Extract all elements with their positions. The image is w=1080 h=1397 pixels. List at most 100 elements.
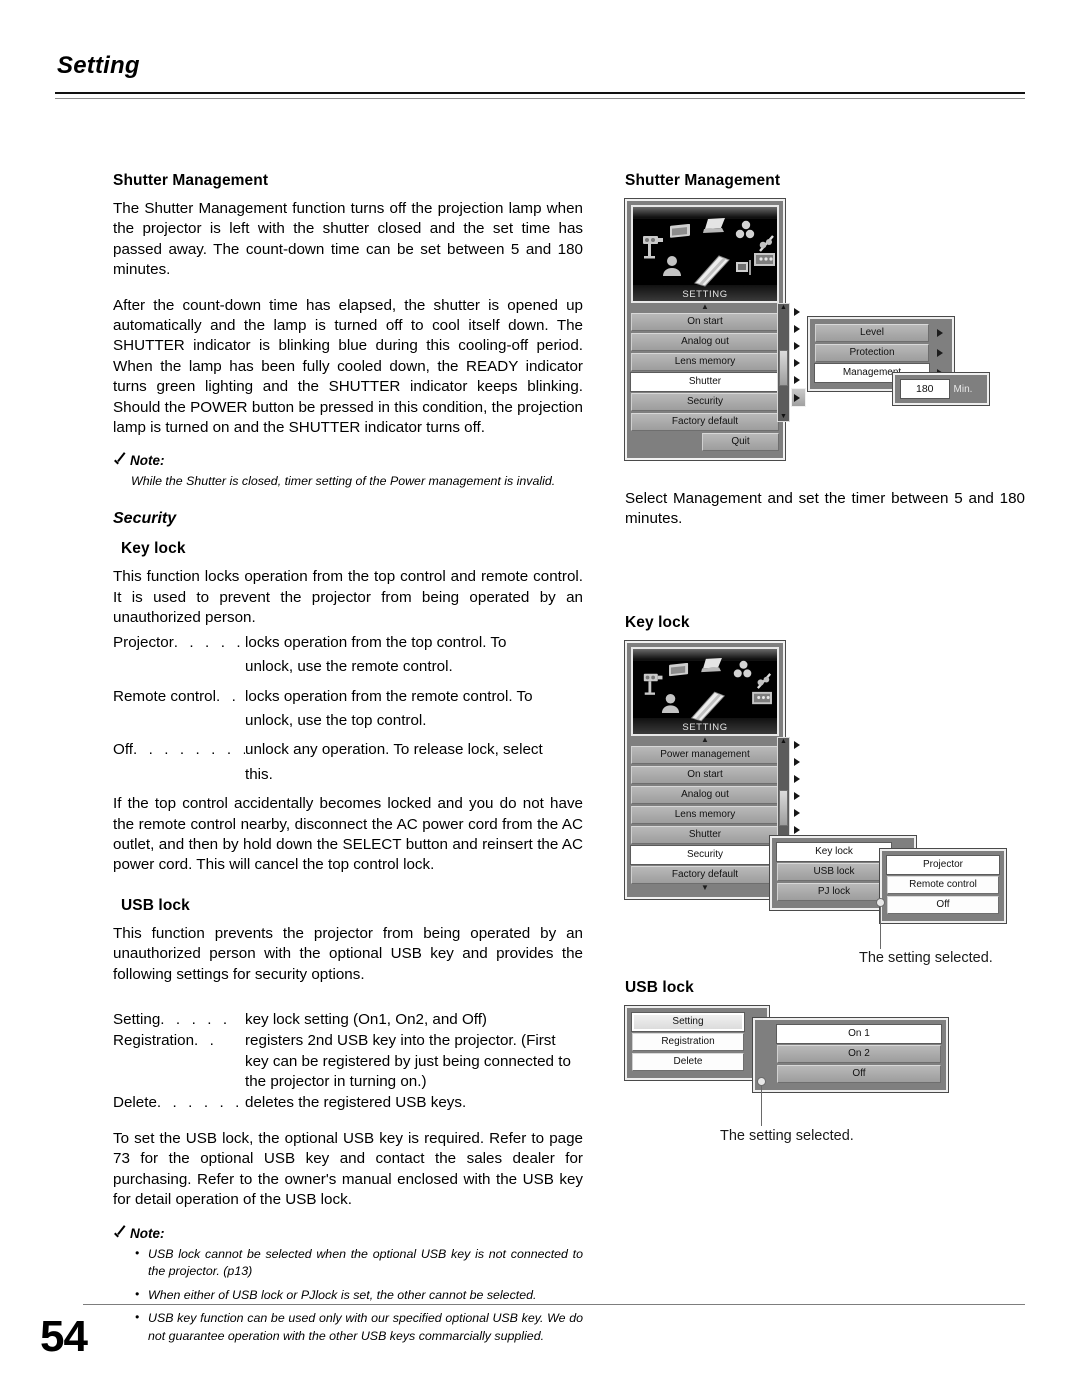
osd-submenu-item-key-lock[interactable]: Key lock bbox=[777, 842, 891, 861]
osd-menu-item-shutter[interactable]: Shutter bbox=[631, 373, 779, 391]
osd-menu-row[interactable]: Lens memory bbox=[631, 805, 779, 824]
osd-menu-row[interactable]: Registration bbox=[632, 1032, 762, 1051]
submenu-arrow-icon[interactable] bbox=[794, 826, 800, 835]
scroll-down-arrow-icon[interactable]: ▼ bbox=[779, 413, 788, 421]
scroll-up-caret[interactable]: ▲ bbox=[631, 303, 779, 311]
osd-menu-item-analog-out[interactable]: Analog out bbox=[631, 785, 779, 804]
leader-dots: . . bbox=[215, 687, 240, 705]
checkmark-icon bbox=[113, 1227, 126, 1240]
osd-menu-item-shutter[interactable]: Shutter bbox=[631, 825, 779, 844]
osd-menu-row[interactable]: Shutter bbox=[631, 373, 779, 391]
callout-dot bbox=[877, 898, 884, 906]
osd-quit-button[interactable]: Quit bbox=[702, 433, 779, 451]
osd-scrollbar[interactable]: ▲ ▼ bbox=[777, 303, 790, 422]
osd-timer-value[interactable]: 180 bbox=[901, 380, 949, 398]
osd-menu-row[interactable]: On start bbox=[631, 313, 779, 331]
osd-menu-item-on-start[interactable]: On start bbox=[631, 765, 779, 784]
scroll-up-caret[interactable]: ▲ bbox=[631, 735, 779, 744]
note-item-list: USB lock cannot be selected when the opt… bbox=[135, 1245, 583, 1346]
osd-menu-row[interactable]: Lens memory bbox=[631, 353, 779, 371]
osd-menu-item-setting[interactable]: Setting bbox=[632, 1012, 744, 1031]
submenu-arrow-icon[interactable] bbox=[794, 324, 800, 333]
heading-security: Security bbox=[113, 510, 177, 528]
osd-menu-item-delete[interactable]: Delete bbox=[632, 1052, 744, 1071]
osd-menu-item-analog-out[interactable]: Analog out bbox=[631, 333, 779, 351]
osd-menu-row[interactable]: Analog out bbox=[631, 333, 779, 351]
osd-submenu-item-level[interactable]: Level bbox=[815, 324, 929, 342]
osd-option-row[interactable]: Remote control bbox=[887, 875, 999, 894]
osd-menu-row[interactable]: Setting bbox=[632, 1012, 762, 1031]
osd-menu-item-lens-memory[interactable]: Lens memory bbox=[631, 353, 779, 371]
submenu-arrow-icon[interactable] bbox=[933, 324, 947, 342]
submenu-arrow-icon[interactable] bbox=[933, 344, 947, 362]
submenu-arrow-icon[interactable] bbox=[794, 792, 800, 801]
submenu-arrow-icon[interactable] bbox=[794, 741, 800, 750]
callout-label: The setting selected. bbox=[859, 949, 993, 966]
paragraph-shutter-management-2: After the count-down time has elapsed, t… bbox=[113, 296, 583, 437]
osd-option-row[interactable]: Projector bbox=[887, 855, 999, 874]
osd-menu-row[interactable]: Security bbox=[631, 393, 779, 411]
board-icon bbox=[753, 251, 777, 274]
submenu-arrow-icon[interactable] bbox=[794, 358, 800, 367]
osd-menu-item-lens-memory[interactable]: Lens memory bbox=[631, 805, 779, 824]
osd-scrollbar-thumb[interactable] bbox=[779, 350, 788, 386]
osd-submenu-row[interactable]: Protection bbox=[815, 344, 947, 362]
osd-menu-item-power-management[interactable]: Power management bbox=[631, 745, 779, 764]
osd-menu-usb-lock: Setting Registration Delete bbox=[625, 1005, 769, 1080]
osd-option-row[interactable]: On 1 bbox=[777, 1024, 941, 1043]
osd-menu-row[interactable]: Shutter bbox=[631, 825, 779, 844]
usb-lock-option-list: Setting . . . . . key lock setting (On1,… bbox=[113, 1010, 583, 1113]
osd-option-row[interactable]: On 2 bbox=[777, 1044, 941, 1063]
osd-option-row[interactable]: Off bbox=[777, 1064, 941, 1083]
osd-menu-item-factory-default[interactable]: Factory default bbox=[631, 865, 779, 884]
header-rule bbox=[55, 92, 1025, 99]
submenu-arrow-icon[interactable] bbox=[794, 758, 800, 767]
scroll-up-arrow-icon[interactable]: ▲ bbox=[779, 738, 788, 746]
callout-line bbox=[880, 906, 881, 949]
osd-option-projector[interactable]: Projector bbox=[887, 855, 999, 874]
option-term: Off bbox=[113, 741, 133, 759]
heading-usb-lock: USB lock bbox=[121, 896, 190, 914]
submenu-arrow-icon[interactable] bbox=[794, 393, 800, 402]
osd-menu-row[interactable]: Power management bbox=[631, 745, 779, 764]
osd-menu-item-registration[interactable]: Registration bbox=[632, 1032, 744, 1051]
osd-menu-row[interactable]: Factory default bbox=[631, 865, 779, 884]
osd-menu-row[interactable]: Security bbox=[631, 845, 779, 864]
osd-menu-row[interactable]: Delete bbox=[632, 1052, 762, 1071]
paragraph-usb-lock-outro: To set the USB lock, the optional USB ke… bbox=[113, 1130, 583, 1209]
osd-menu-item-on-start[interactable]: On start bbox=[631, 313, 779, 331]
osd-menu-row[interactable]: On start bbox=[631, 765, 779, 784]
note-item: When either of USB lock or PJlock is set… bbox=[135, 1286, 583, 1305]
leader-dots: . . bbox=[194, 1032, 218, 1050]
osd-menu-row[interactable]: Analog out bbox=[631, 785, 779, 804]
submenu-arrow-icon[interactable] bbox=[794, 809, 800, 818]
osd-menu-row[interactable]: Quit bbox=[631, 433, 779, 451]
scroll-up-arrow-icon[interactable]: ▲ bbox=[779, 304, 788, 312]
osd-scrollbar-thumb[interactable] bbox=[779, 789, 788, 826]
osd-menu-item-security[interactable]: Security bbox=[631, 393, 779, 411]
osd-option-remote-control[interactable]: Remote control bbox=[887, 875, 999, 894]
osd-option-off[interactable]: Off bbox=[887, 895, 999, 914]
osd-timer-value-box[interactable]: 180 Min. bbox=[893, 373, 989, 405]
leader-dots: . . . . . . bbox=[173, 633, 245, 651]
spheres-icon bbox=[733, 660, 754, 686]
scroll-down-caret[interactable]: ▼ bbox=[631, 883, 779, 892]
osd-menu-row[interactable]: Factory default bbox=[631, 413, 779, 431]
osd-submenu-item-protection[interactable]: Protection bbox=[815, 344, 929, 362]
submenu-arrow-icon[interactable] bbox=[794, 307, 800, 316]
figure-caption-shutter-management: Select Management and set the timer betw… bbox=[625, 490, 1025, 528]
osd-option-row[interactable]: Off bbox=[887, 895, 999, 914]
osd-submenu-item-usb-lock[interactable]: USB lock bbox=[777, 862, 891, 881]
osd-option-on-1[interactable]: On 1 bbox=[777, 1024, 941, 1043]
osd-option-on-2[interactable]: On 2 bbox=[777, 1044, 941, 1063]
submenu-arrow-icon[interactable] bbox=[794, 775, 800, 784]
osd-menu-item-factory-default[interactable]: Factory default bbox=[631, 413, 779, 431]
submenu-arrow-icon[interactable] bbox=[794, 341, 800, 350]
option-term: Delete bbox=[113, 1093, 157, 1111]
osd-submenu-item-pj-lock[interactable]: PJ lock bbox=[777, 882, 891, 901]
note-text: While the Shutter is closed, timer setti… bbox=[131, 474, 556, 489]
osd-submenu-row[interactable]: Level bbox=[815, 324, 947, 342]
submenu-arrow-icon[interactable] bbox=[794, 375, 800, 384]
osd-option-off[interactable]: Off bbox=[777, 1064, 941, 1083]
osd-menu-item-security[interactable]: Security bbox=[631, 845, 779, 864]
